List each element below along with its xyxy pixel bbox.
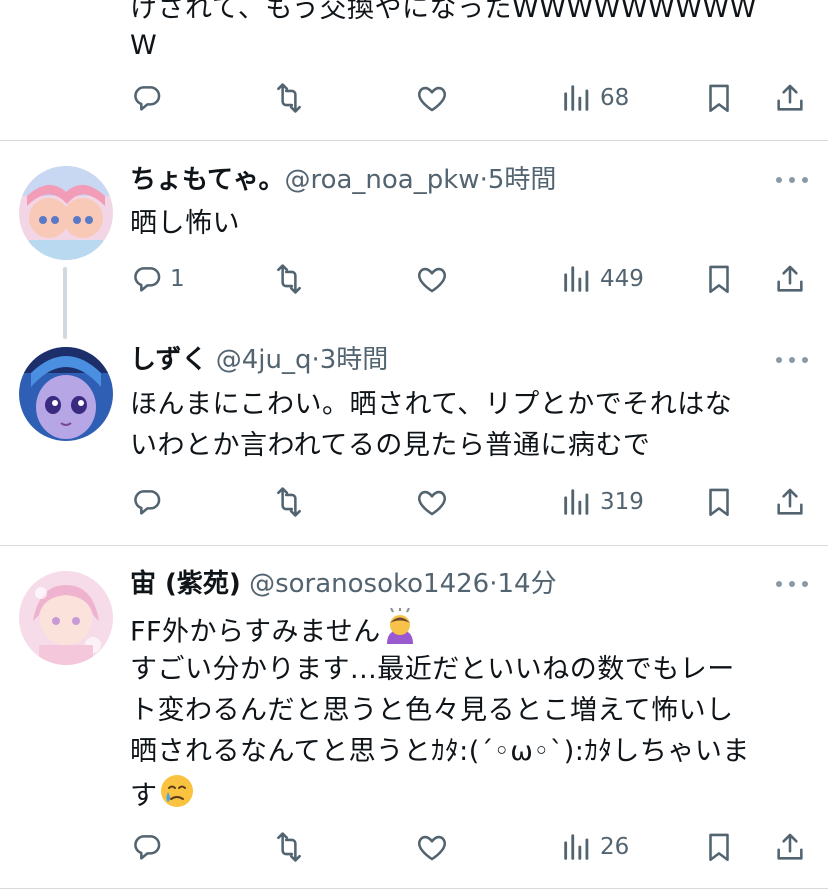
retweet-button[interactable] xyxy=(272,480,306,524)
views-count: 68 xyxy=(600,85,630,111)
share-button[interactable] xyxy=(773,76,807,120)
face-holding-back-tears-emoji-icon xyxy=(158,772,196,822)
bookmark-icon xyxy=(709,265,729,294)
reply-icon xyxy=(134,835,161,860)
user-handle[interactable]: @soranosoko1426 xyxy=(249,569,489,599)
tweet-actions: 319 xyxy=(0,480,828,524)
timestamp[interactable]: 14分 xyxy=(497,569,556,599)
retweet-button[interactable] xyxy=(272,257,306,301)
avatar[interactable] xyxy=(19,166,113,260)
tweet-actions: 68 xyxy=(0,76,828,120)
share-button[interactable] xyxy=(773,480,807,524)
reply-button[interactable] xyxy=(130,76,164,120)
views-icon xyxy=(564,85,589,111)
divider xyxy=(0,545,828,546)
more-icon[interactable] xyxy=(776,574,808,594)
retweet-icon xyxy=(277,83,301,113)
avatar[interactable] xyxy=(19,347,113,441)
retweet-button[interactable] xyxy=(272,825,306,869)
display-name[interactable]: 宙 (紫苑) xyxy=(130,569,241,599)
bookmark-icon xyxy=(709,488,729,517)
share-button[interactable] xyxy=(773,825,807,869)
views-button[interactable]: 26 xyxy=(560,825,629,869)
share-icon xyxy=(777,84,803,111)
bookmark-button[interactable] xyxy=(702,257,736,301)
separator-dot: · xyxy=(479,165,488,195)
reply-icon xyxy=(134,267,161,292)
tweet-text-line: 晒されるなんてと思うとｶﾀ:(´◦ω◦`):ｶﾀしちゃいま xyxy=(130,736,750,767)
views-button[interactable]: 319 xyxy=(560,480,644,524)
tweet-text-line: W xyxy=(130,30,158,61)
avatar[interactable] xyxy=(19,571,113,665)
share-icon xyxy=(777,488,803,515)
tweet-actions: 26 xyxy=(0,825,828,869)
tweet-text-line: 晒し怖い xyxy=(130,208,240,239)
tweet-actions: 1 449 xyxy=(0,257,828,301)
reply-button[interactable] xyxy=(130,825,164,869)
user-handle[interactable]: @roa_noa_pkw xyxy=(284,165,479,195)
divider xyxy=(0,140,828,141)
like-button[interactable] xyxy=(415,825,449,869)
tweet-header: しずく @4ju_q·3時間 xyxy=(130,340,388,380)
reply-button[interactable] xyxy=(130,480,164,524)
retweet-button[interactable] xyxy=(272,76,306,120)
reply-count: 1 xyxy=(170,266,185,292)
views-count: 319 xyxy=(600,489,644,515)
views-icon xyxy=(564,266,589,292)
separator-dot: · xyxy=(311,345,320,375)
reply-icon xyxy=(134,86,161,111)
bookmark-icon xyxy=(709,833,729,862)
views-count: 449 xyxy=(600,266,644,292)
reply-icon xyxy=(134,490,161,515)
like-button[interactable] xyxy=(415,76,449,120)
bookmark-button[interactable] xyxy=(702,480,736,524)
like-button[interactable] xyxy=(415,480,449,524)
bookmark-button[interactable] xyxy=(702,76,736,120)
bookmark-button[interactable] xyxy=(702,825,736,869)
like-icon xyxy=(418,267,446,293)
retweet-icon xyxy=(277,487,301,517)
reply-button[interactable]: 1 xyxy=(130,257,185,301)
retweet-icon xyxy=(277,264,301,294)
bookmark-icon xyxy=(709,84,729,113)
timestamp[interactable]: 3時間 xyxy=(320,345,389,375)
more-icon[interactable] xyxy=(776,350,808,370)
tweet-text-line: ト変わるんだと思うと色々見るとこ増えて怖いし xyxy=(130,695,734,726)
tweet-text-line: けされて、もう交換やになったWWWWWWWWW xyxy=(130,0,757,24)
user-handle[interactable]: @4ju_q xyxy=(216,345,312,375)
like-icon xyxy=(418,490,446,516)
display-name[interactable]: しずく xyxy=(130,345,207,375)
views-count: 26 xyxy=(600,834,630,860)
divider xyxy=(0,888,828,889)
tweet-text-line: すごい分かります...最近だといいねの数でもレー xyxy=(130,654,735,685)
display-name[interactable]: ちょもてゃ。 xyxy=(130,165,284,195)
tweet-header: 宙 (紫苑) @soranosoko1426·14分 xyxy=(130,564,557,604)
tweet-text-line: す xyxy=(130,772,196,822)
tweet-text-line: ほんまにこわい。晒されて、リプとかでそれはな xyxy=(130,389,733,420)
views-button[interactable]: 449 xyxy=(560,257,644,301)
views-icon xyxy=(564,489,589,515)
share-button[interactable] xyxy=(773,257,807,301)
views-icon xyxy=(564,834,589,860)
timestamp[interactable]: 5時間 xyxy=(488,165,557,195)
retweet-icon xyxy=(277,832,301,862)
tweet-text-segment: FF外からすみません xyxy=(130,616,381,648)
share-icon xyxy=(777,265,803,292)
share-icon xyxy=(777,833,803,860)
like-icon xyxy=(418,86,446,112)
views-button[interactable]: 68 xyxy=(560,76,629,120)
more-icon[interactable] xyxy=(776,170,808,190)
tweet-header: ちょもてゃ。@roa_noa_pkw·5時間 xyxy=(130,160,556,200)
tweet-text-segment: す xyxy=(130,780,158,812)
like-icon xyxy=(418,835,446,861)
like-button[interactable] xyxy=(415,257,449,301)
tweet-text-line: いわとか言われてるの見たら普通に病むで xyxy=(130,430,651,461)
